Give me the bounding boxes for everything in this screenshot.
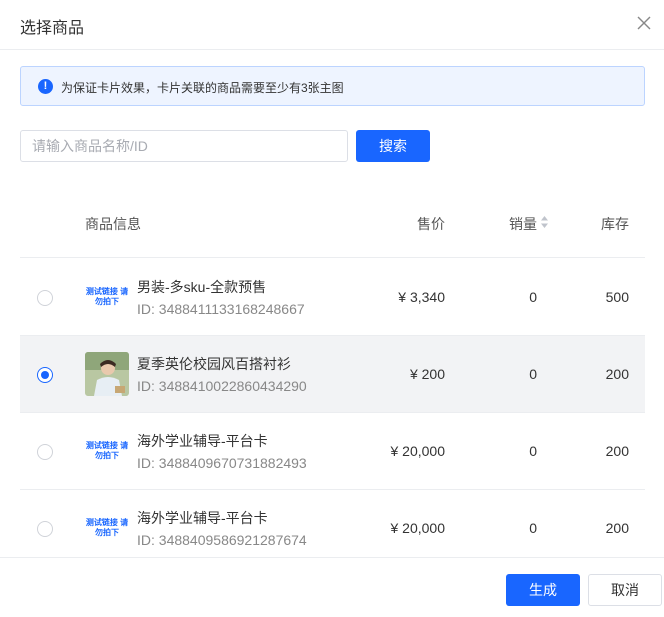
shirt-photo-image [85, 352, 129, 396]
product-id: ID: 3488411133168248667 [137, 301, 305, 317]
product-price: ¥ 20,000 [390, 443, 446, 459]
row-radio[interactable] [37, 521, 53, 537]
table-row[interactable]: 测试链接 请勿拍下 海外学业辅导-平台卡 ID: 348840958692128… [20, 490, 645, 567]
close-icon[interactable] [634, 13, 654, 33]
product-id: ID: 3488410022860434290 [137, 378, 307, 394]
notice-text: 为保证卡片效果，卡片关联的商品需要至少有3张主图 [61, 81, 344, 95]
generate-button[interactable]: 生成 [506, 574, 580, 606]
notice-banner: ! 为保证卡片效果，卡片关联的商品需要至少有3张主图 [20, 66, 645, 106]
product-price: ¥ 200 [409, 366, 445, 382]
row-radio[interactable] [37, 367, 53, 383]
row-radio[interactable] [37, 444, 53, 460]
table-header: 商品信息 售价 销量 库存 [20, 190, 645, 258]
column-header-sales[interactable]: 销量 [509, 214, 537, 234]
product-sales: 0 [529, 366, 537, 382]
thumbnail-label: 测试链接 请勿拍下 [85, 518, 129, 537]
product-thumbnail: 测试链接 请勿拍下 [85, 506, 129, 550]
product-stock: 200 [605, 520, 629, 536]
product-stock: 200 [605, 366, 629, 382]
product-thumbnail: 测试链接 请勿拍下 [85, 429, 129, 473]
column-header-price: 售价 [417, 216, 445, 232]
thumbnail-label: 测试链接 请勿拍下 [85, 287, 129, 306]
product-id: ID: 3488409670731882493 [137, 455, 307, 471]
row-radio[interactable] [37, 290, 53, 306]
search-input[interactable] [20, 130, 348, 162]
product-sales: 0 [529, 289, 537, 305]
thumbnail-label: 测试链接 请勿拍下 [85, 441, 129, 460]
table-row[interactable]: 测试链接 请勿拍下 海外学业辅导-平台卡 ID: 348840967073188… [20, 413, 645, 490]
exclamation-circle-icon: ! [38, 79, 53, 94]
dialog-footer: 生成 取消 [0, 557, 664, 617]
product-id: ID: 3488409586921287674 [137, 532, 307, 548]
product-name: 海外学业辅导-平台卡 [137, 510, 268, 526]
column-header-stock: 库存 [601, 216, 629, 232]
table-row[interactable]: 夏季英伦校园风百搭衬衫 ID: 3488410022860434290 ¥ 20… [20, 336, 645, 413]
product-stock: 200 [605, 443, 629, 459]
dialog-title: 选择商品 [20, 20, 85, 37]
dialog-header: 选择商品 [0, 0, 664, 50]
sort-caret-icon[interactable] [540, 214, 549, 230]
table-row[interactable]: 测试链接 请勿拍下 男装-多sku-全款预售 ID: 3488411133168… [20, 259, 645, 336]
product-name: 夏季英伦校园风百搭衬衫 [137, 356, 291, 372]
search-button[interactable]: 搜索 [356, 130, 430, 162]
product-stock: 500 [605, 289, 629, 305]
product-price: ¥ 3,340 [398, 289, 445, 305]
product-name: 男装-多sku-全款预售 [137, 279, 267, 295]
cancel-button[interactable]: 取消 [588, 574, 662, 606]
product-sales: 0 [529, 443, 537, 459]
product-thumbnail: 测试链接 请勿拍下 [85, 275, 129, 319]
product-name: 海外学业辅导-平台卡 [137, 433, 268, 449]
product-sales: 0 [529, 520, 537, 536]
column-header-info: 商品信息 [85, 216, 141, 232]
product-price: ¥ 20,000 [390, 520, 446, 536]
product-thumbnail [85, 352, 129, 396]
